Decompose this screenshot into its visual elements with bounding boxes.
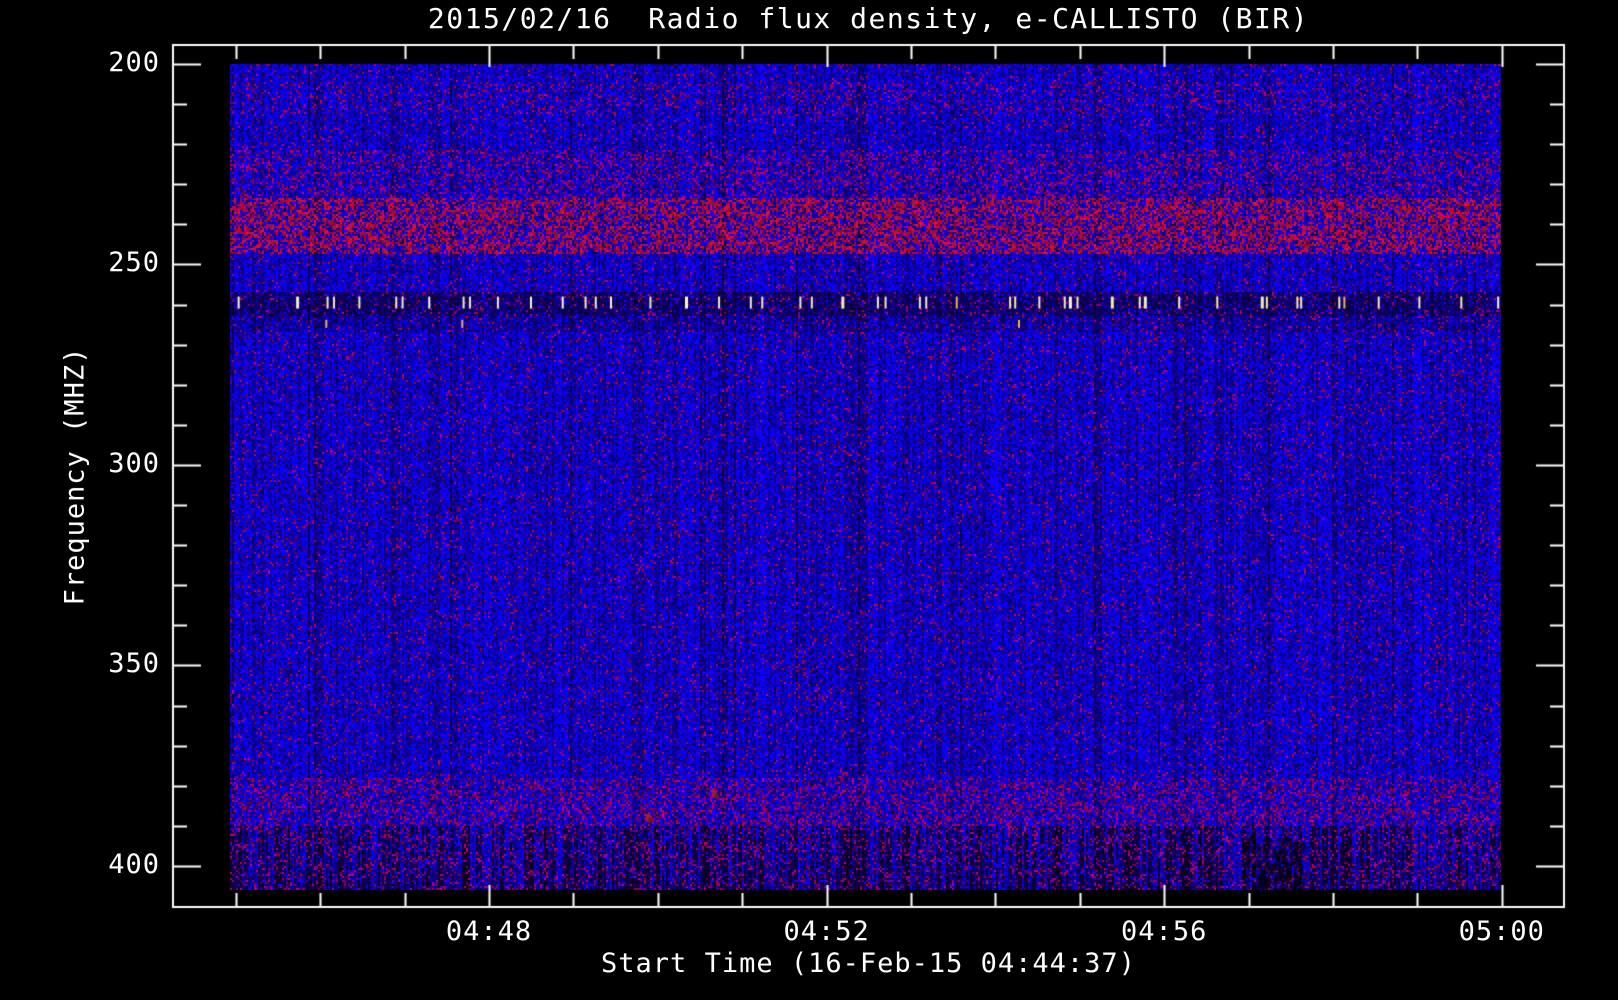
y-tick-label: 400 [108,848,160,880]
x-axis-label: Start Time (16-Feb-15 04:44:37) [601,948,1136,979]
y-tick-label: 200 [108,47,160,78]
x-tick-label: 04:48 [445,916,533,947]
y-tick-label: 300 [108,447,160,479]
y-tick-label: 250 [108,247,160,279]
x-tick-label: 04:56 [1121,916,1208,947]
spectrogram-canvas [0,0,1618,1000]
x-tick-label: 05:00 [1458,916,1545,947]
x-tick-label: 04:52 [783,916,870,947]
y-tick-label: 350 [108,648,160,680]
spectrogram-plot: 2015/02/16 Radio flux density, e-CALLIST… [0,0,1618,1000]
chart-title: 2015/02/16 Radio flux density, e-CALLIST… [427,2,1310,35]
